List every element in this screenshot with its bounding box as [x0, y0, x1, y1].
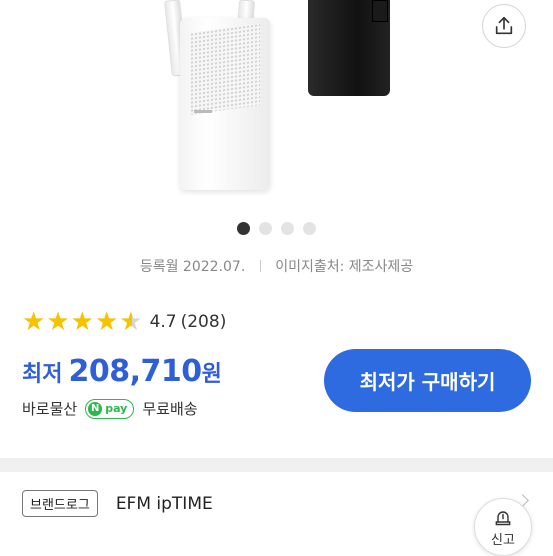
- section-divider: [0, 458, 553, 472]
- lowest-price: 최저 208,710 원: [22, 354, 222, 389]
- gallery-dot[interactable]: [281, 222, 294, 235]
- share-button[interactable]: [482, 4, 526, 48]
- review-count[interactable]: (208): [181, 312, 227, 332]
- buy-lowest-price-button[interactable]: 최저가 구매하기: [324, 349, 531, 412]
- product-meta: 등록월 2022.07. 이미지출처: 제조사제공: [0, 256, 553, 276]
- registered-date: 등록월 2022.07.: [139, 259, 246, 275]
- brand-badge: 브랜드로그: [22, 490, 98, 517]
- price-unit: 원: [201, 362, 222, 387]
- gallery-pagination: [237, 222, 316, 235]
- siren-icon: [495, 511, 511, 526]
- star-icon: ★: [46, 307, 70, 337]
- gallery-dot[interactable]: [259, 222, 272, 235]
- shipping-info: 무료배송: [142, 400, 198, 418]
- share-icon: [495, 16, 513, 35]
- seller-name[interactable]: 바로물산: [22, 398, 77, 419]
- npay-icon: N: [88, 401, 103, 416]
- seller-info: 바로물산 N pay 무료배송: [22, 398, 198, 419]
- npay-label: pay: [105, 402, 128, 415]
- price-prefix: 최저: [22, 362, 63, 387]
- star-icon: ★: [70, 307, 94, 337]
- gallery-dot-active[interactable]: [237, 222, 250, 235]
- rating-score: 4.7: [149, 312, 177, 332]
- router-white-image: [180, 18, 270, 190]
- router-antenna: [372, 0, 388, 22]
- star-half-icon: ★: [119, 307, 143, 337]
- rating: ★ ★ ★ ★ ★ 4.7 (208): [22, 309, 226, 335]
- product-image: [0, 0, 553, 210]
- report-button[interactable]: 신고: [474, 498, 532, 556]
- star-icon: ★: [94, 307, 119, 337]
- gallery-dot[interactable]: [303, 222, 316, 235]
- meta-divider: [259, 260, 261, 272]
- brand-name: EFM ipTIME: [115, 493, 213, 514]
- npay-badge: N pay: [85, 398, 135, 419]
- image-source: 이미지출처: 제조사제공: [275, 259, 414, 275]
- brand-row[interactable]: 브랜드로그 EFM ipTIME: [22, 490, 213, 517]
- star-icon: ★: [22, 307, 46, 337]
- report-label: 신고: [491, 533, 515, 548]
- price-value: 208,710: [68, 354, 202, 389]
